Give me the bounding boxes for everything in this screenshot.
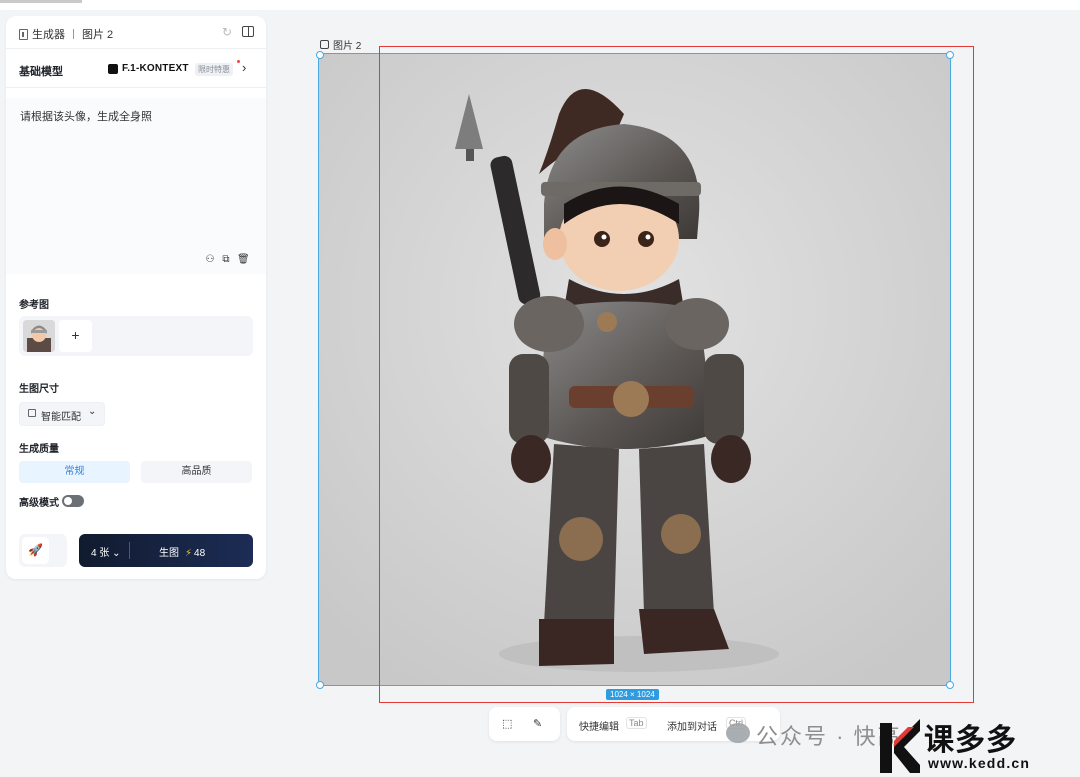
model-label: 基础模型 — [19, 66, 63, 78]
advanced-mode-label: 高级模式 — [19, 498, 59, 509]
shuffle-icon[interactable]: ⚇ — [205, 255, 215, 265]
reference-avatar-image — [23, 320, 55, 352]
image-count-select[interactable]: 4 张 ⌄ — [91, 544, 121, 559]
breadcrumb-divider — [73, 29, 74, 39]
size-title: 生图尺寸 — [19, 384, 59, 395]
image-icon — [320, 40, 329, 49]
model-selector[interactable]: 基础模型 F.1-KONTEXT 限时特惠 › — [6, 49, 266, 88]
app-name: 生成器 — [32, 29, 65, 41]
accelerate-box: 🚀 — [19, 534, 67, 567]
quality-high-button[interactable]: 高品质 — [141, 461, 252, 483]
add-to-chat-button[interactable]: 添加到对话 — [667, 718, 717, 733]
reference-thumbnail[interactable] — [23, 320, 55, 352]
promo-badge: 限时特惠 — [195, 63, 233, 76]
panel-header: 生成器 图片 2 ↻ — [6, 16, 266, 49]
quick-edit-shortcut: Tab — [626, 717, 647, 729]
image-title: 图片 2 — [320, 37, 361, 52]
sidebar-toggle-icon[interactable] — [242, 26, 254, 37]
resize-handle-tl[interactable] — [316, 51, 324, 59]
size-dropdown[interactable]: 智能匹配 ⌄ — [19, 402, 105, 426]
top-strip — [0, 0, 1080, 10]
wechat-icon — [726, 723, 750, 743]
quality-title: 生成质量 — [19, 444, 59, 455]
watermark: 公众号 · 快高 课多多 www.kedd.cn — [726, 715, 1080, 777]
rocket-icon[interactable]: 🚀 — [22, 537, 49, 564]
magic-wand-icon[interactable]: ✎ — [533, 717, 542, 730]
kedd-logo-icon — [880, 719, 920, 773]
add-reference-button[interactable]: + — [59, 320, 92, 352]
quality-normal-button[interactable]: 常规 — [19, 461, 130, 483]
model-name: F.1-KONTEXT — [122, 63, 189, 74]
tab-name[interactable]: 图片 2 — [82, 26, 113, 42]
resize-handle-bl[interactable] — [316, 681, 324, 689]
generator-panel: 生成器 图片 2 ↻ 基础模型 F.1-KONTEXT 限时特惠 › 请根据该头… — [6, 16, 266, 579]
bolt-icon: ⚡ — [185, 548, 193, 559]
canvas-toolbar-tools: ⬚ ✎ — [489, 707, 560, 741]
watermark-brand: 课多多 — [924, 724, 1017, 757]
watermark-url: www.kedd.cn — [928, 755, 1031, 771]
button-divider — [129, 542, 130, 559]
reference-images: + — [19, 316, 253, 356]
breadcrumb: 生成器 图片 2 — [19, 26, 113, 42]
dimensions-badge: 1024 × 1024 — [606, 689, 659, 700]
notification-dot — [237, 60, 240, 63]
trash-icon[interactable]: 🗑 — [237, 255, 250, 265]
select-area-icon[interactable]: ⬚ — [502, 717, 512, 730]
size-value: 智能匹配 — [41, 412, 81, 423]
advanced-mode-toggle[interactable] — [62, 495, 84, 507]
model-logo-icon — [108, 64, 118, 74]
generate-button[interactable]: 4 张 ⌄ 生图 ⚡ 48 — [79, 534, 253, 567]
chevron-down-icon: ⌄ — [88, 406, 97, 417]
generate-label: 生图 ⚡ 48 — [159, 548, 206, 559]
prompt-text[interactable]: 请根据该头像，生成全身照 — [20, 108, 152, 124]
scroll-indicator — [0, 0, 82, 3]
quick-edit-button[interactable]: 快捷编辑 — [579, 718, 619, 733]
refresh-icon[interactable]: ↻ — [222, 25, 232, 39]
aspect-icon — [28, 409, 36, 417]
generator-icon — [19, 28, 28, 40]
expand-icon[interactable]: ⧉ — [221, 255, 231, 265]
chevron-right-icon[interactable]: › — [242, 60, 246, 75]
reference-title: 参考图 — [19, 300, 49, 311]
prompt-tools: ⚇ ⧉ 🗑 — [205, 255, 250, 265]
prompt-textarea[interactable]: 请根据该头像，生成全身照 ⚇ ⧉ 🗑 — [6, 98, 266, 274]
highlight-box — [379, 46, 974, 703]
